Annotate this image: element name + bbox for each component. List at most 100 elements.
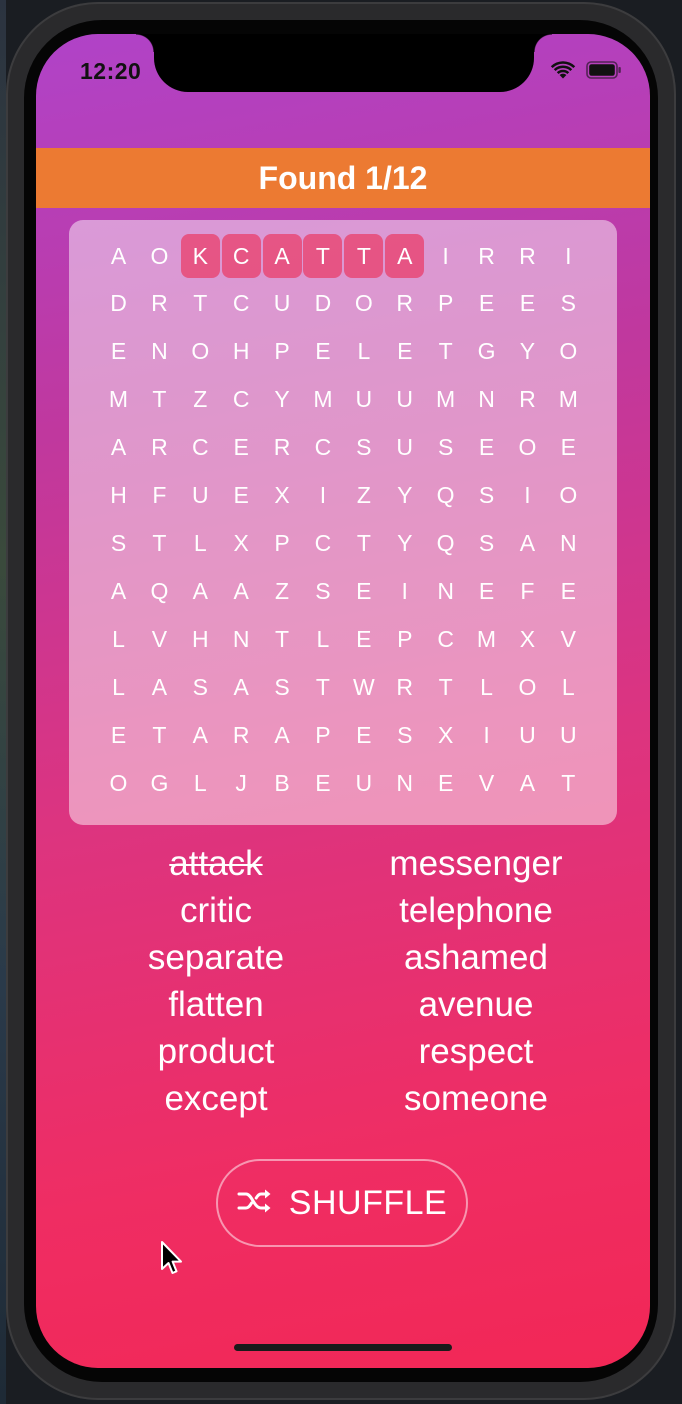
grid-cell-found[interactable]: A [262, 234, 302, 278]
grid-cell[interactable]: I [549, 234, 588, 278]
grid-cell[interactable]: E [467, 570, 506, 614]
grid-cell[interactable]: E [549, 570, 588, 614]
grid-cell[interactable]: P [426, 282, 465, 326]
grid-cell[interactable]: O [181, 330, 220, 374]
grid-cell[interactable]: N [140, 330, 179, 374]
grid-cell[interactable]: G [140, 762, 179, 806]
grid-cell[interactable]: E [508, 282, 547, 326]
grid-cell[interactable]: J [222, 762, 261, 806]
grid-cell[interactable]: C [303, 522, 342, 566]
grid-cell-found[interactable]: T [344, 234, 384, 278]
grid-cell[interactable]: X [426, 714, 465, 758]
grid-cell[interactable]: O [344, 282, 383, 326]
grid-cell[interactable]: O [99, 762, 138, 806]
grid-cell[interactable]: R [508, 234, 547, 278]
grid-cell[interactable]: P [263, 330, 302, 374]
grid-cell[interactable]: A [99, 426, 138, 470]
grid-cell[interactable]: Y [385, 522, 424, 566]
grid-cell[interactable]: I [508, 474, 547, 518]
grid-cell[interactable]: L [549, 666, 588, 710]
grid-cell[interactable]: E [344, 618, 383, 662]
grid-cell[interactable]: R [140, 426, 179, 470]
grid-cell[interactable]: U [385, 426, 424, 470]
grid-cell[interactable]: M [303, 378, 342, 422]
grid-cell[interactable]: Z [263, 570, 302, 614]
grid-cell-found[interactable]: K [180, 234, 220, 278]
grid-cell[interactable]: R [385, 282, 424, 326]
grid-cell[interactable]: P [303, 714, 342, 758]
grid-cell-found[interactable]: C [221, 234, 261, 278]
grid-cell[interactable]: I [303, 474, 342, 518]
grid-cell[interactable]: Y [263, 378, 302, 422]
grid-cell[interactable]: E [385, 330, 424, 374]
grid-cell[interactable]: E [222, 474, 261, 518]
grid-cell[interactable]: L [181, 522, 220, 566]
letter-grid[interactable]: AOKCATTAIRRIDRTCUDORPEESENOHPELETGYOMTZC… [99, 234, 590, 810]
grid-cell[interactable]: S [549, 282, 588, 326]
grid-cell[interactable]: F [508, 570, 547, 614]
grid-cell[interactable]: S [385, 714, 424, 758]
grid-cell[interactable]: E [426, 762, 465, 806]
grid-cell[interactable]: E [467, 282, 506, 326]
grid-cell[interactable]: A [508, 522, 547, 566]
grid-cell[interactable]: S [467, 522, 506, 566]
grid-cell[interactable]: B [263, 762, 302, 806]
grid-cell[interactable]: X [508, 618, 547, 662]
grid-cell[interactable]: A [222, 570, 261, 614]
grid-cell[interactable]: A [263, 714, 302, 758]
grid-cell[interactable]: A [181, 570, 220, 614]
grid-cell[interactable]: L [181, 762, 220, 806]
grid-cell[interactable]: Q [140, 570, 179, 614]
grid-cell[interactable]: Y [385, 474, 424, 518]
grid-cell[interactable]: T [140, 378, 179, 422]
grid-cell[interactable]: U [385, 378, 424, 422]
grid-cell[interactable]: T [303, 666, 342, 710]
grid-cell[interactable]: T [140, 714, 179, 758]
grid-cell[interactable]: Z [344, 474, 383, 518]
grid-cell[interactable]: A [140, 666, 179, 710]
grid-cell[interactable]: N [385, 762, 424, 806]
grid-cell[interactable]: Q [426, 474, 465, 518]
grid-cell-found[interactable]: A [385, 234, 425, 278]
grid-cell[interactable]: E [99, 330, 138, 374]
grid-cell[interactable]: T [344, 522, 383, 566]
grid-cell[interactable]: Z [181, 378, 220, 422]
grid-cell[interactable]: T [181, 282, 220, 326]
grid-cell[interactable]: Y [508, 330, 547, 374]
grid-cell[interactable]: E [467, 426, 506, 470]
grid-cell[interactable]: A [222, 666, 261, 710]
grid-cell[interactable]: M [99, 378, 138, 422]
grid-cell[interactable]: L [99, 618, 138, 662]
grid-cell[interactable]: E [222, 426, 261, 470]
grid-cell[interactable]: O [508, 426, 547, 470]
grid-cell[interactable]: U [508, 714, 547, 758]
grid-cell[interactable]: O [140, 234, 179, 278]
grid-cell[interactable]: U [549, 714, 588, 758]
grid-cell[interactable]: X [222, 522, 261, 566]
grid-cell[interactable]: M [549, 378, 588, 422]
grid-cell[interactable]: N [467, 378, 506, 422]
grid-cell[interactable]: O [549, 474, 588, 518]
grid-cell[interactable]: H [222, 330, 261, 374]
grid-cell[interactable]: H [181, 618, 220, 662]
grid-cell[interactable]: S [303, 570, 342, 614]
grid-cell[interactable]: E [303, 762, 342, 806]
grid-cell[interactable]: V [549, 618, 588, 662]
grid-cell[interactable]: Q [426, 522, 465, 566]
grid-cell[interactable]: S [426, 426, 465, 470]
grid-cell[interactable]: D [303, 282, 342, 326]
grid-cell[interactable]: L [99, 666, 138, 710]
grid-cell[interactable]: P [263, 522, 302, 566]
grid-cell[interactable]: I [467, 714, 506, 758]
grid-cell[interactable]: S [344, 426, 383, 470]
grid-cell[interactable]: S [99, 522, 138, 566]
grid-cell[interactable]: E [549, 426, 588, 470]
shuffle-button[interactable]: SHUFFLE [216, 1159, 468, 1247]
grid-cell-found[interactable]: T [303, 234, 343, 278]
grid-cell[interactable]: E [344, 714, 383, 758]
grid-cell[interactable]: N [549, 522, 588, 566]
grid-cell[interactable]: E [344, 570, 383, 614]
grid-cell[interactable]: O [549, 330, 588, 374]
grid-cell[interactable]: V [467, 762, 506, 806]
grid-cell[interactable]: M [426, 378, 465, 422]
